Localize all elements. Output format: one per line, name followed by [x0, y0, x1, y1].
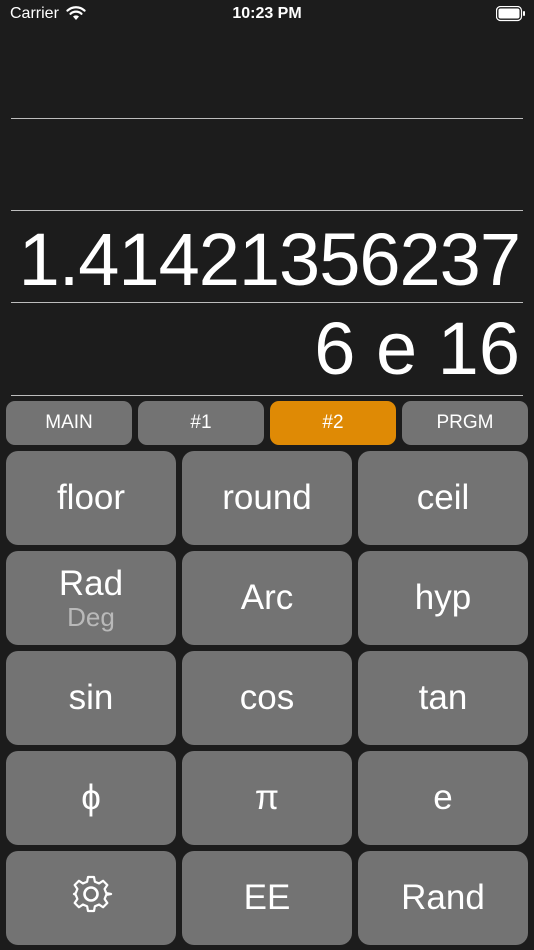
tab-2[interactable]: #2	[270, 401, 396, 445]
display-divider	[11, 395, 523, 396]
hyp-button[interactable]: hyp	[358, 551, 528, 645]
display-exponent: 6 e 16	[314, 307, 520, 390]
deg-label: Deg	[67, 602, 115, 632]
phi-button[interactable]: ϕ	[6, 751, 176, 845]
tan-button[interactable]: tan	[358, 651, 528, 745]
status-time: 10:23 PM	[232, 5, 302, 22]
tab-1[interactable]: #1	[138, 401, 264, 445]
display-divider	[11, 118, 523, 119]
pi-button[interactable]: π	[182, 751, 352, 845]
rand-button[interactable]: Rand	[358, 851, 528, 945]
rad-label: Rad	[58, 564, 124, 603]
tab-main[interactable]: MAIN	[6, 401, 132, 445]
round-button[interactable]: round	[182, 451, 352, 545]
ceil-button[interactable]: ceil	[358, 451, 528, 545]
e-button[interactable]: e	[358, 751, 528, 845]
floor-button[interactable]: floor	[6, 451, 176, 545]
settings-button[interactable]	[6, 851, 176, 945]
battery-icon	[495, 5, 526, 27]
sin-button[interactable]: sin	[6, 651, 176, 745]
rad-deg-button[interactable]: Rad Deg	[6, 551, 176, 645]
mode-tabs: MAIN #1 #2 PRGM	[6, 401, 529, 445]
arc-button[interactable]: Arc	[182, 551, 352, 645]
display-divider	[11, 210, 523, 211]
display-value: 1.41421356237	[18, 218, 521, 301]
tab-prgm[interactable]: PRGM	[402, 401, 528, 445]
display-divider	[11, 302, 523, 303]
status-bar: Carrier 10:23 PM	[0, 0, 534, 30]
ee-button[interactable]: EE	[182, 851, 352, 945]
cos-button[interactable]: cos	[182, 651, 352, 745]
gear-icon	[68, 871, 114, 926]
